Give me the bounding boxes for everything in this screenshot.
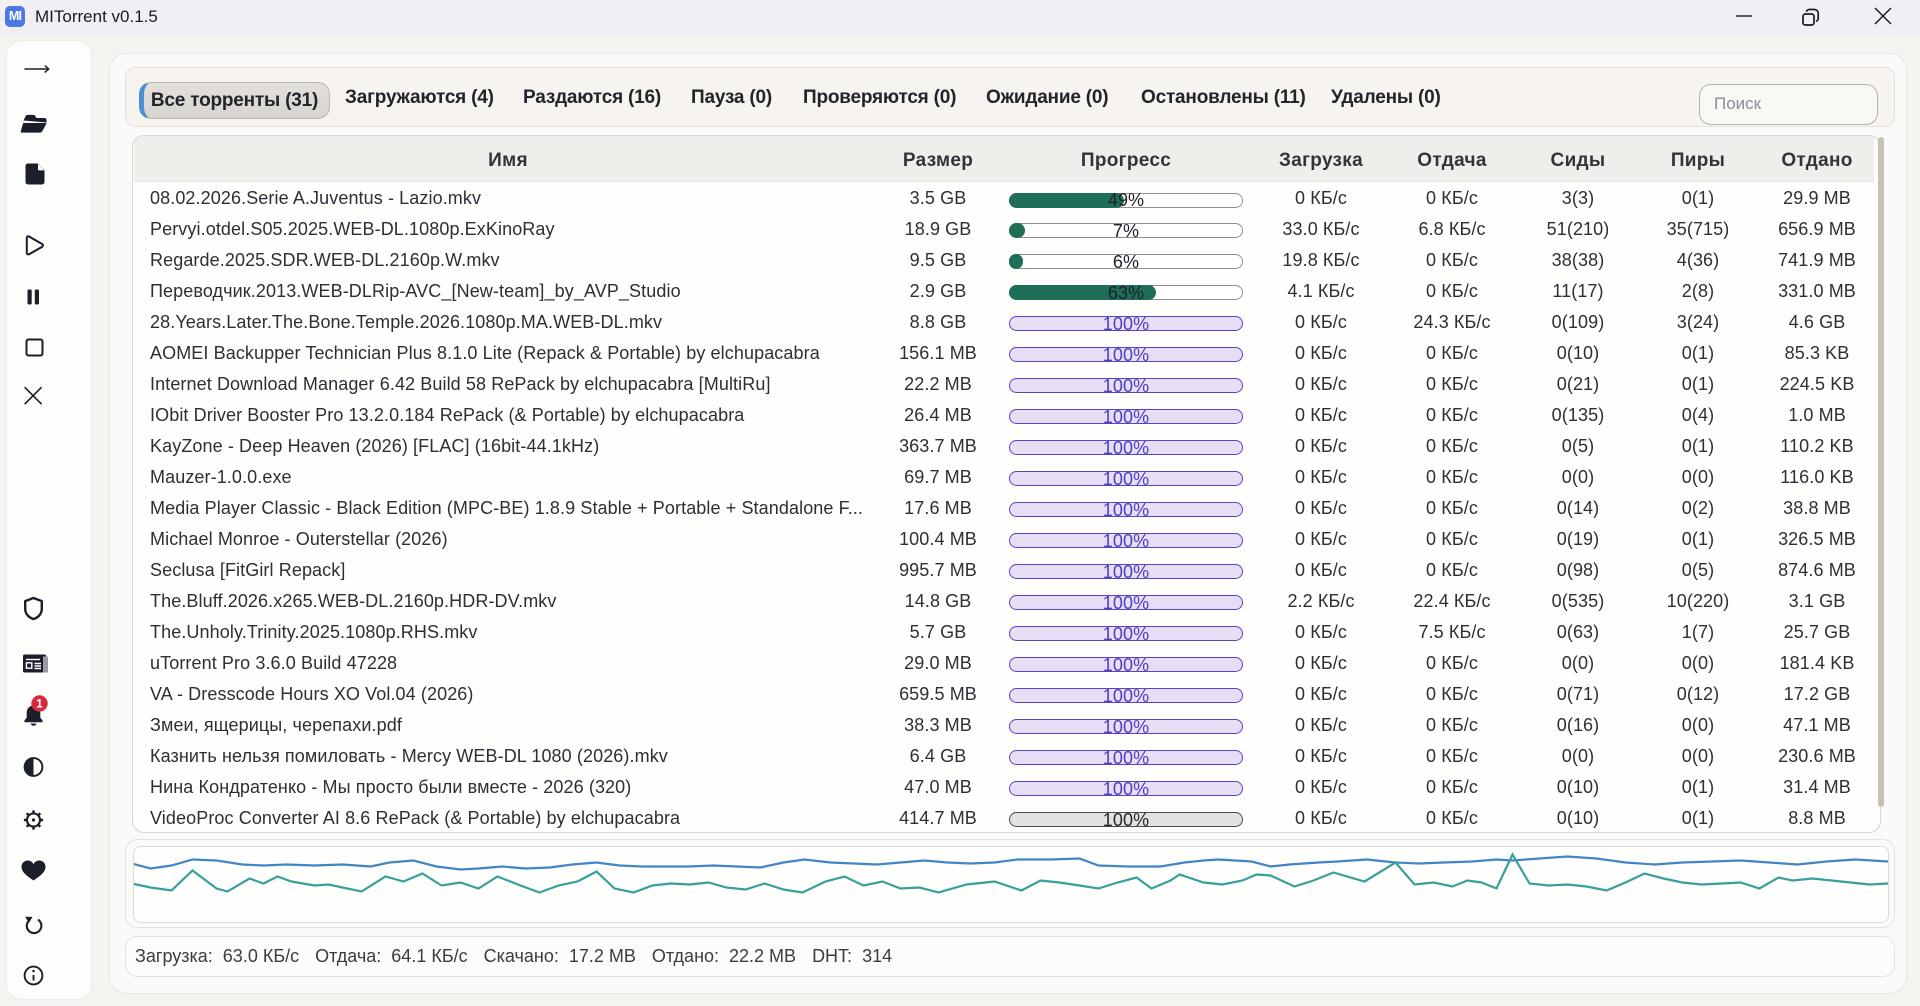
svg-text:1: 1 — [36, 699, 43, 711]
